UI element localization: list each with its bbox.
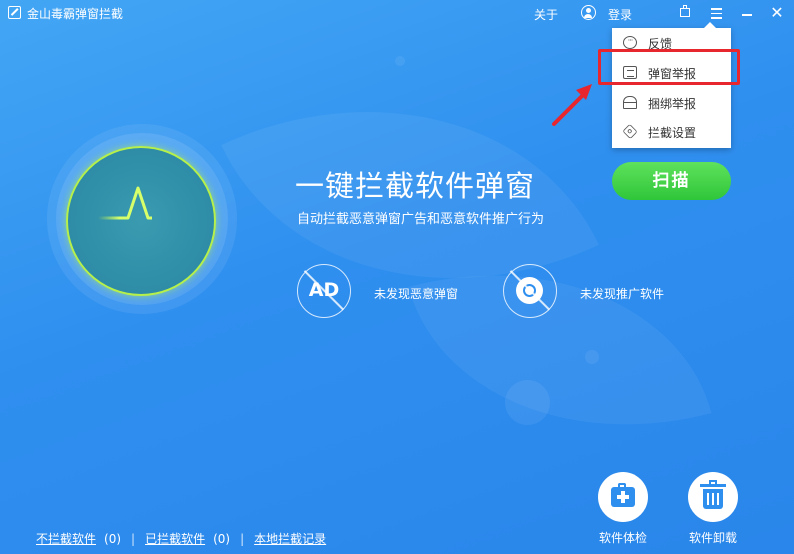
- background-bubble: [395, 56, 405, 66]
- background-bubble: [505, 380, 550, 425]
- menu-item-block-settings[interactable]: 拦截设置: [612, 117, 731, 146]
- software-checkup-label[interactable]: 软件体检: [588, 529, 658, 546]
- skin-icon[interactable]: [677, 4, 695, 22]
- annotation-highlight-box: [598, 49, 740, 85]
- menu-item-label: 拦截设置: [648, 126, 697, 140]
- medkit-icon: [611, 483, 635, 507]
- page-headline: 一键拦截软件弹窗: [295, 169, 536, 203]
- settings-icon: [622, 123, 638, 140]
- local-block-records-link[interactable]: 本地拦截记录: [254, 532, 326, 546]
- not-blocked-count: (0): [104, 532, 122, 546]
- login-link[interactable]: 登录: [608, 6, 632, 23]
- blocked-software-link[interactable]: 已拦截软件: [145, 532, 205, 546]
- minimize-icon[interactable]: [738, 4, 756, 22]
- menu-item-label: 捆绑举报: [648, 97, 697, 111]
- app-logo-icon: [8, 6, 21, 19]
- footer-links: 不拦截软件 (0) | 已拦截软件 (0) | 本地拦截记录: [36, 530, 326, 547]
- close-icon[interactable]: ✕: [768, 4, 786, 22]
- user-icon[interactable]: [581, 5, 596, 20]
- blocked-count: (0): [213, 532, 231, 546]
- menu-item-bundle-report[interactable]: 捆绑举报: [612, 88, 731, 117]
- page-subtitle: 自动拦截恶意弹窗广告和恶意软件推广行为: [297, 212, 545, 227]
- about-link[interactable]: 关于: [534, 6, 558, 23]
- footer-separator: |: [240, 532, 245, 546]
- settings-dropdown-menu: ··· 反馈 弹窗举报 捆绑举报 拦截设置: [612, 22, 731, 148]
- app-window: 金山毒霸弹窗拦截 关于 登录 ✕ 一键拦截软件弹窗 自动拦截恶意弹窗广告和恶意软…: [0, 0, 794, 554]
- trash-icon: [700, 480, 726, 509]
- promo-status-label: 未发现推广软件: [580, 287, 665, 301]
- promo-software-status-icon: [503, 264, 557, 318]
- software-uninstall-button[interactable]: [688, 472, 738, 522]
- software-uninstall-label[interactable]: 软件卸载: [678, 529, 748, 546]
- background-bubble: [585, 350, 599, 364]
- software-checkup-button[interactable]: [598, 472, 648, 522]
- scan-button[interactable]: 扫描: [612, 162, 731, 200]
- not-blocked-software-link[interactable]: 不拦截软件: [36, 532, 96, 546]
- bundle-report-icon: [623, 96, 637, 109]
- ad-icon-text: AD: [308, 279, 340, 301]
- ad-status-label: 未发现恶意弹窗: [374, 287, 459, 301]
- pulse-wave-icon: [98, 186, 152, 220]
- app-title: 金山毒霸弹窗拦截: [27, 7, 124, 21]
- annotation-arrow: [552, 84, 592, 126]
- title-bar: 金山毒霸弹窗拦截 关于 登录 ✕: [0, 0, 794, 28]
- feedback-icon: ···: [623, 36, 637, 49]
- menu-icon[interactable]: [708, 4, 726, 22]
- footer-separator: |: [131, 532, 136, 546]
- ad-status-icon: AD: [297, 264, 351, 318]
